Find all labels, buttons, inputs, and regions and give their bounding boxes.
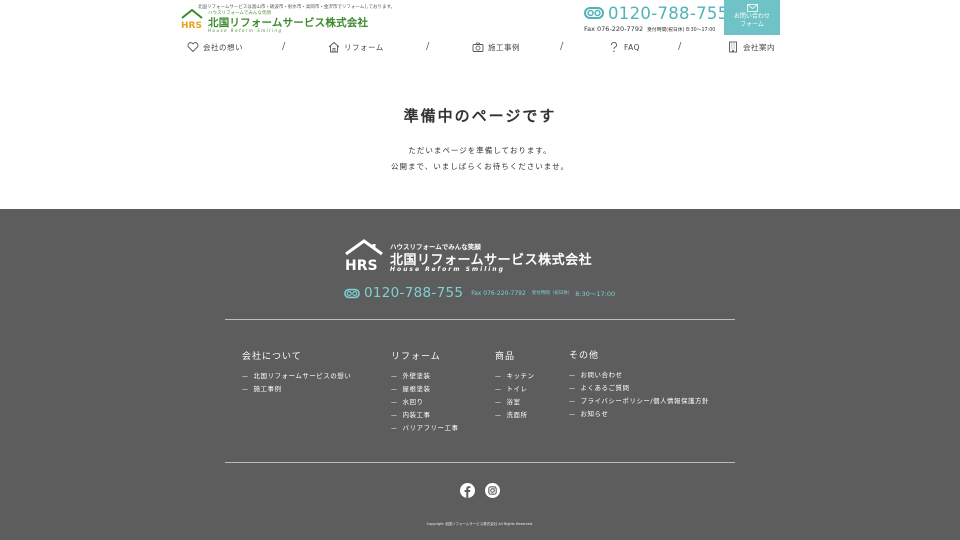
footer-col-title: 会社について <box>242 352 302 362</box>
nav-label: リフォーム <box>344 42 384 52</box>
camera-icon <box>472 42 484 52</box>
nav-separator: / <box>560 41 564 52</box>
footer-hours: 8:30～17:00 <box>575 290 616 298</box>
footer-col-company: 会社について 北国リフォームサービスの想い 施工事例 <box>242 349 351 396</box>
footer-phone[interactable]: 0120-788-755 Fax 076-220-7792 受付時間（祝日休） … <box>344 284 615 302</box>
footer-logo[interactable]: HRS ハウスリフォームでみんな笑顔 北国リフォームサービス株式会社 House… <box>344 239 624 275</box>
global-nav: 会社の想い / リフォーム / 施工事例 / FAQ / 会社案内 <box>180 38 780 56</box>
footer-col-title: 商品 <box>495 352 516 362</box>
phone-number: 0120-788-755 <box>608 3 729 23</box>
page-title: 準備中のページです <box>403 107 557 125</box>
page: 北国リフォームサービスは富山市・砺波市・射水市・高岡市・金沢市でリフォームしてお… <box>0 0 960 540</box>
footer-col-products: 商品 キッチン トイレ 浴室 洗面所 <box>495 349 535 422</box>
footer-hours-label: 受付時間（祝日休） <box>531 291 573 296</box>
heart-icon <box>187 42 199 53</box>
contact-label-1: お問い合わせ <box>733 13 770 20</box>
nav-separator: / <box>426 41 430 52</box>
contact-form-button[interactable]: お問い合わせ フォーム <box>724 0 780 35</box>
footer-col-title: その他 <box>569 351 600 361</box>
svg-text:HRS: HRS <box>345 258 378 273</box>
nav-item-faq[interactable]: FAQ <box>608 38 640 56</box>
footer-col-reform: リフォーム 外壁塗装 屋根塗装 水回り 内装工事 バリアフリー工事 <box>391 349 459 435</box>
footer-link[interactable]: プライバシーポリシー/個人情報保護方針 <box>569 395 709 408</box>
nav-separator: / <box>282 41 286 52</box>
svg-text:HRS: HRS <box>181 21 202 30</box>
footer-link[interactable]: 水回り <box>391 396 459 409</box>
preparing-message-2: 公開まで、いましばらくお待ちくださいませ。 <box>391 162 569 171</box>
freedial-icon <box>584 7 604 19</box>
footer-col-title: リフォーム <box>391 352 441 362</box>
footer-link[interactable]: よくあるご質問 <box>569 382 709 395</box>
copyright: Copyright 北国リフォームサービス株式会社 All Rights Res… <box>426 522 534 526</box>
nav-label: 会社案内 <box>743 42 775 52</box>
footer-link[interactable]: 外壁塗装 <box>391 370 459 383</box>
nav-label: 会社の想い <box>203 42 243 52</box>
nav-label: FAQ <box>624 42 641 52</box>
footer-link[interactable]: お知らせ <box>569 408 709 421</box>
header-phone[interactable]: 0120-788-755 <box>584 3 729 23</box>
fax-number: Fax 076-220-7792 <box>584 25 644 33</box>
footer-link[interactable]: バリアフリー工事 <box>391 422 459 435</box>
footer-link[interactable]: 洗面所 <box>495 409 535 422</box>
site-footer: HRS ハウスリフォームでみんな笑顔 北国リフォームサービス株式会社 House… <box>0 209 960 540</box>
nav-item-company[interactable]: 会社案内 <box>727 38 775 56</box>
footer-link[interactable]: 浴室 <box>495 396 535 409</box>
question-icon <box>611 41 617 52</box>
footer-divider <box>225 319 735 320</box>
footer-link[interactable]: トイレ <box>495 383 535 396</box>
footer-english: House Reform Smiling <box>390 266 505 273</box>
nav-label: 施工事例 <box>488 42 520 52</box>
freedial-icon <box>344 288 360 298</box>
house-icon <box>328 41 340 53</box>
business-hours: 受付時間(祝日休) 8:30～17:00 <box>647 28 716 33</box>
nav-item-reform[interactable]: リフォーム <box>328 38 384 56</box>
footer-link[interactable]: キッチン <box>495 370 535 383</box>
mail-icon <box>746 4 758 12</box>
instagram-icon[interactable] <box>485 483 500 498</box>
site-logo[interactable]: 北国リフォームサービスは富山市・砺波市・射水市・高岡市・金沢市でリフォームしてお… <box>180 4 395 33</box>
footer-link[interactable]: 屋根塗装 <box>391 383 459 396</box>
preparing-message-1: ただいまページを準備しております。 <box>408 146 552 155</box>
footer-link[interactable]: お問い合わせ <box>569 369 709 382</box>
footer-fax: Fax 076-220-7792 <box>471 289 526 297</box>
nav-separator: / <box>678 41 682 52</box>
footer-link[interactable]: 施工事例 <box>242 383 351 396</box>
header-fax: Fax 076-220-7792 受付時間(祝日休) 8:30～17:00 <box>584 25 715 33</box>
footer-link[interactable]: 北国リフォームサービスの想い <box>242 370 351 383</box>
logo-english: House Reform Smiling <box>208 28 283 33</box>
hrs-logo-icon: HRS <box>181 8 203 30</box>
nav-item-works[interactable]: 施工事例 <box>472 38 520 56</box>
building-icon <box>729 41 737 53</box>
hrs-logo-icon: HRS <box>345 239 383 273</box>
nav-item-philosophy[interactable]: 会社の想い <box>187 38 243 56</box>
footer-col-other: その他 お問い合わせ よくあるご質問 プライバシーポリシー/個人情報保護方針 お… <box>569 348 709 421</box>
footer-link[interactable]: 内装工事 <box>391 409 459 422</box>
footer-divider <box>225 462 735 463</box>
contact-label-2: フォーム <box>740 21 764 28</box>
facebook-icon[interactable] <box>460 483 475 498</box>
footer-phone-number: 0120-788-755 <box>364 285 464 301</box>
site-header: 北国リフォームサービスは富山市・砺波市・射水市・高岡市・金沢市でリフォームしてお… <box>0 0 960 64</box>
